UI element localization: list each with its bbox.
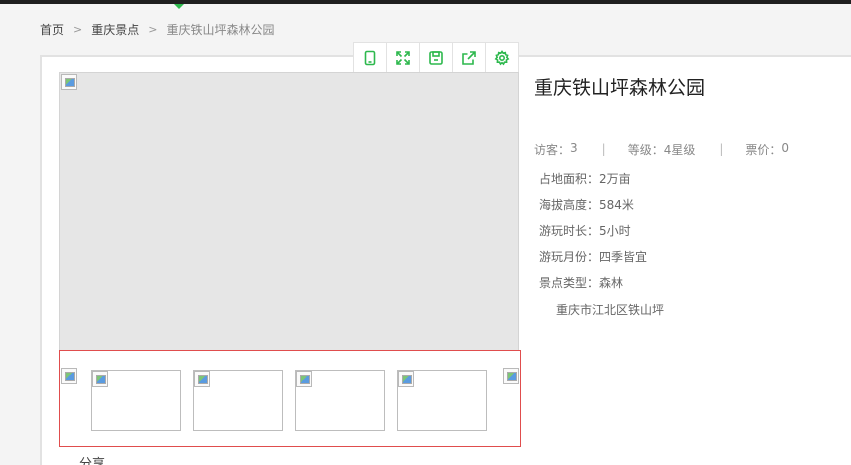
- price-value: 0: [781, 140, 790, 155]
- attribute-row: 海拔高度： 584米: [539, 197, 647, 223]
- breadcrumb-home-link[interactable]: 首页: [40, 21, 64, 38]
- attribute-value: 584米: [599, 198, 634, 212]
- attraction-stats: 访客： 3 | 等级： 4星级 | 票价： 0: [534, 140, 789, 158]
- attribute-label: 海拔高度：: [539, 198, 600, 212]
- next-arrow-icon[interactable]: [503, 368, 519, 384]
- save-button[interactable]: [420, 43, 453, 72]
- gear-icon: [494, 49, 510, 65]
- breadcrumb: 首页 > 重庆景点 > 重庆铁山坪森林公园: [40, 20, 274, 38]
- settings-button[interactable]: [486, 43, 518, 72]
- attribute-row: 游玩月份： 四季皆宜: [539, 249, 647, 275]
- thumbnail-strip: [59, 350, 521, 447]
- visitors-label: 访客：: [534, 142, 571, 157]
- breadcrumb-separator: >: [148, 22, 158, 36]
- attraction-attributes: 占地面积： 2万亩 海拔高度： 584米 游玩时长： 5小时 游玩月份： 四季皆…: [539, 171, 647, 301]
- share-button[interactable]: [453, 43, 486, 72]
- attribute-label: 占地面积：: [539, 172, 600, 186]
- attribute-label: 景点类型：: [539, 276, 600, 290]
- thumbnail[interactable]: [295, 370, 385, 431]
- tablet-view-button[interactable]: [354, 43, 387, 72]
- breadcrumb-separator: >: [73, 22, 83, 36]
- main-photo[interactable]: [59, 72, 519, 358]
- broken-image-icon: [92, 371, 108, 387]
- attribute-row: 游玩时长： 5小时: [539, 223, 647, 249]
- active-nav-indicator: [174, 4, 184, 9]
- prev-arrow-icon[interactable]: [61, 368, 77, 384]
- attribute-row: 景点类型： 森林: [539, 275, 647, 301]
- visitors-value: 3: [570, 140, 578, 155]
- stat-divider: |: [601, 142, 606, 156]
- broken-image-icon: [296, 371, 312, 387]
- grade-label: 等级：: [627, 142, 664, 157]
- image-toolbar: [353, 42, 519, 73]
- attribute-value: 5小时: [599, 224, 631, 238]
- save-icon: [429, 50, 443, 65]
- stat-divider: |: [719, 142, 724, 156]
- share-link[interactable]: 分享: [79, 453, 105, 465]
- breadcrumb-category-link[interactable]: 重庆景点: [91, 21, 139, 38]
- grade-value: 4星级: [663, 142, 696, 157]
- broken-image-icon: [61, 74, 77, 90]
- attribute-value: 四季皆宜: [599, 250, 648, 264]
- broken-image-icon: [398, 371, 414, 387]
- attraction-address: 重庆市江北区铁山坪: [556, 303, 665, 317]
- share-icon: [462, 50, 476, 65]
- ticket-price: 票价： 0: [745, 141, 789, 158]
- breadcrumb-current: 重庆铁山坪森林公园: [166, 22, 275, 37]
- attraction-title: 重庆铁山坪森林公园: [534, 77, 706, 99]
- fullscreen-button[interactable]: [387, 43, 420, 72]
- attribute-label: 游玩月份：: [539, 250, 600, 264]
- expand-icon: [396, 50, 410, 65]
- thumbnail[interactable]: [397, 370, 487, 431]
- thumbnail[interactable]: [193, 370, 283, 431]
- attribute-label: 游玩时长：: [539, 224, 600, 238]
- attribute-row: 占地面积： 2万亩: [539, 171, 647, 197]
- attribute-value: 森林: [599, 276, 624, 290]
- broken-image-icon: [194, 371, 210, 387]
- tablet-icon: [364, 50, 376, 65]
- thumbnail[interactable]: [91, 370, 181, 431]
- attribute-value: 2万亩: [599, 172, 631, 186]
- grade: 等级： 4星级: [628, 141, 696, 158]
- top-bar: [0, 0, 851, 4]
- visitor-count: 访客： 3: [534, 141, 578, 158]
- price-label: 票价：: [745, 142, 782, 157]
